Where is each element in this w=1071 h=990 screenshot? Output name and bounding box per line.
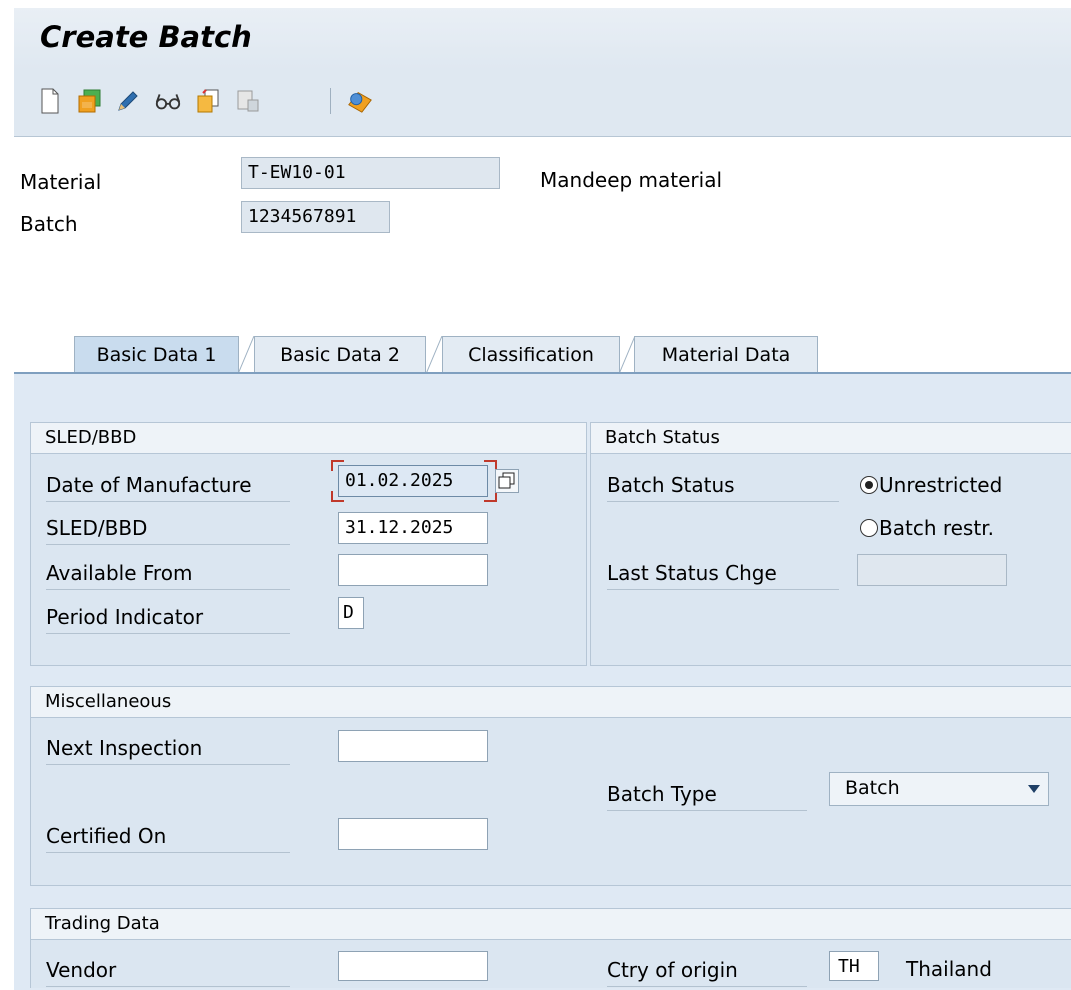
radio-batch-restricted-label[interactable]: Batch restr. <box>879 516 994 540</box>
batch-type-selected: Batch <box>845 777 900 799</box>
country-of-origin-label: Ctry of origin <box>607 958 807 987</box>
trading-data-group-title: Trading Data <box>31 909 1071 940</box>
period-indicator-field[interactable]: D <box>338 597 364 629</box>
sled-group-title: SLED/BBD <box>31 423 586 454</box>
radio-selected-dot <box>865 481 873 489</box>
batch-field[interactable]: 1234567891 <box>241 201 390 233</box>
period-indicator-label: Period Indicator <box>46 605 290 634</box>
radio-unrestricted[interactable] <box>860 476 878 494</box>
toolbar-separator <box>330 88 331 114</box>
last-status-change-label: Last Status Chge <box>607 561 839 590</box>
material-field[interactable]: T-EW10-01 <box>241 157 500 189</box>
value-help-button[interactable] <box>495 469 519 493</box>
page-title: Create Batch <box>40 20 252 54</box>
chevron-down-icon <box>1028 785 1040 793</box>
tab-divider <box>426 336 442 374</box>
delete-icon <box>234 86 262 116</box>
batch-status-group-title: Batch Status <box>591 423 1071 454</box>
tab-divider <box>619 336 635 374</box>
edit-pencil-icon[interactable] <box>114 86 142 116</box>
tab-basic-data-2[interactable]: Basic Data 2 <box>254 336 426 374</box>
batch-label: Batch <box>20 212 78 236</box>
miscellaneous-group-title: Miscellaneous <box>31 687 1071 718</box>
next-inspection-field[interactable] <box>338 730 488 762</box>
focus-frame <box>331 460 497 502</box>
copy-icon[interactable] <box>194 86 222 116</box>
where-used-icon[interactable] <box>346 86 374 116</box>
tab-basic-data-1[interactable]: Basic Data 1 <box>74 336 239 374</box>
material-description: Mandeep material <box>540 168 723 192</box>
new-document-icon[interactable] <box>36 86 64 116</box>
last-status-change-field[interactable] <box>857 554 1007 586</box>
batch-type-dropdown[interactable]: Batch <box>829 772 1049 806</box>
tab-material-data[interactable]: Material Data <box>634 336 818 374</box>
available-from-field[interactable] <box>338 554 488 586</box>
certified-on-label: Certified On <box>46 824 290 853</box>
title-bar: Create Batch <box>14 8 1071 71</box>
available-from-label: Available From <box>46 561 290 590</box>
display-glasses-icon[interactable] <box>154 86 182 116</box>
certified-on-field[interactable] <box>338 818 488 850</box>
country-name: Thailand <box>906 957 992 981</box>
application-toolbar <box>14 70 1071 137</box>
radio-batch-restricted[interactable] <box>860 519 878 537</box>
vendor-field[interactable] <box>338 951 488 981</box>
batch-status-group: Batch Status <box>590 422 1071 666</box>
sled-bbd-label: SLED/BBD <box>46 516 290 545</box>
batch-status-label: Batch Status <box>607 473 839 502</box>
radio-unrestricted-label[interactable]: Unrestricted <box>879 473 1002 497</box>
tab-divider <box>238 336 254 374</box>
batch-type-label: Batch Type <box>607 782 807 811</box>
tab-classification[interactable]: Classification <box>442 336 620 374</box>
next-inspection-label: Next Inspection <box>46 736 290 765</box>
material-label: Material <box>20 170 102 194</box>
vendor-label: Vendor <box>46 958 290 987</box>
sled-bbd-field[interactable]: 31.12.2025 <box>338 512 488 544</box>
date-of-manufacture-label: Date of Manufacture <box>46 473 290 502</box>
f4-help-icon <box>498 472 515 489</box>
country-of-origin-field[interactable]: TH <box>829 951 879 981</box>
save-icon[interactable] <box>76 86 104 116</box>
